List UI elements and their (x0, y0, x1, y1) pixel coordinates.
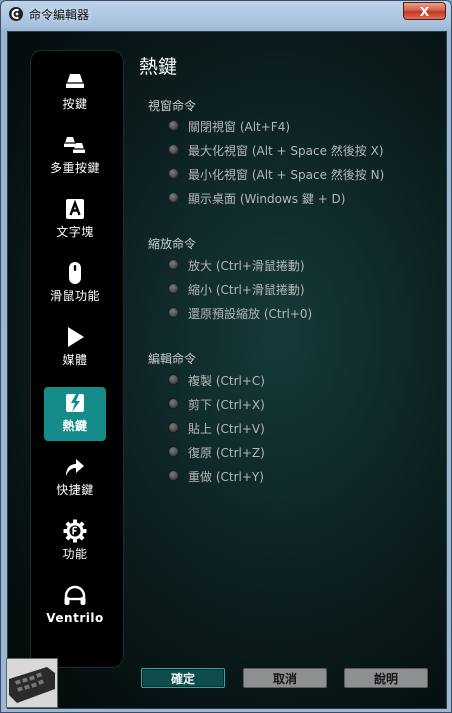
sidebar-item-label: 多重按鍵 (49, 161, 100, 175)
radio-button[interactable] (168, 398, 179, 409)
text-block-icon (66, 199, 84, 219)
radio-button[interactable] (168, 422, 179, 433)
play-icon (68, 327, 84, 347)
radio-option-label: 顯示桌面 (Windows 鍵 + D) (188, 192, 346, 206)
title-bar[interactable]: 命令編輯器 X (1, 1, 451, 25)
section-title: 熱鍵 (139, 56, 178, 78)
headset-icon (64, 585, 86, 605)
cancel-button[interactable]: 取消 (243, 668, 327, 688)
sidebar-item-hotkey[interactable]: 熱鍵 (44, 387, 106, 441)
radio-button[interactable] (168, 120, 179, 131)
radio-button[interactable] (168, 144, 179, 155)
radio-button[interactable] (168, 168, 179, 179)
window-title: 命令編輯器 (29, 8, 90, 22)
command-editor-window: 命令編輯器 X 按鍵 多重按鍵 文字塊 滑鼠功能 媒體 熱鍵 快捷鍵 功能 Ve… (0, 0, 452, 713)
sidebar-item-label: 按鍵 (62, 97, 88, 111)
sidebar-item-label: 文字塊 (56, 225, 94, 239)
radio-option-label: 放大 (Ctrl+滑鼠捲動) (188, 259, 305, 273)
sidebar-item-label: 滑鼠功能 (49, 289, 100, 303)
group-title-edit: 編輯命令 (148, 352, 197, 366)
keyboard-thumbnail (6, 658, 58, 708)
sidebar-item-ventrilo[interactable]: Ventrilo (44, 581, 106, 635)
radio-button[interactable] (168, 307, 179, 318)
help-button[interactable]: 說明 (344, 668, 428, 688)
logitech-logo-icon (9, 7, 23, 21)
sidebar-item-media[interactable]: 媒體 (44, 321, 106, 375)
radio-button[interactable] (168, 259, 179, 270)
sidebar-item-label: 熱鍵 (62, 419, 88, 433)
sidebar-item-mouse[interactable]: 滑鼠功能 (44, 257, 106, 311)
key-icon (66, 74, 84, 88)
radio-option-label: 復原 (Ctrl+Z) (188, 446, 265, 460)
radio-button[interactable] (168, 283, 179, 294)
radio-option-label: 貼上 (Ctrl+V) (188, 422, 265, 436)
shortcut-arrow-icon (66, 459, 84, 476)
sidebar-item-keystroke[interactable]: 按鍵 (44, 65, 106, 119)
hotkey-icon (66, 394, 84, 412)
sidebar-item-label: 功能 (62, 547, 88, 561)
sidebar-item-textblock[interactable]: 文字塊 (44, 193, 106, 247)
radio-option-label: 最小化視窗 (Alt + Space 然後按 N) (188, 168, 385, 182)
keyboard-image (7, 659, 57, 707)
sidebar-item-label: 媒體 (62, 353, 88, 367)
radio-option-label: 最大化視窗 (Alt + Space 然後按 X) (188, 144, 384, 158)
radio-option-label: 剪下 (Ctrl+X) (188, 398, 265, 412)
radio-button[interactable] (168, 446, 179, 457)
group-title-window: 視窗命令 (148, 99, 197, 113)
ok-button[interactable]: 確定 (141, 668, 225, 688)
sidebar-item-label: 快捷鍵 (56, 483, 94, 497)
mouse-icon (69, 262, 81, 284)
close-button[interactable]: X (403, 2, 446, 20)
group-title-zoom: 縮放命令 (148, 237, 197, 251)
multi-key-icon (64, 137, 85, 153)
function-gear-icon (63, 519, 87, 543)
radio-button[interactable] (168, 192, 179, 203)
radio-option-label: 關閉視窗 (Alt+F4) (188, 120, 291, 134)
radio-option-label: 複製 (Ctrl+C) (188, 374, 265, 388)
radio-option-label: 還原預設縮放 (Ctrl+0) (188, 307, 313, 321)
radio-button[interactable] (168, 470, 179, 481)
radio-option-label: 重做 (Ctrl+Y) (188, 470, 264, 484)
sidebar-item-function[interactable]: 功能 (44, 515, 106, 569)
radio-option-label: 縮小 (Ctrl+滑鼠捲動) (188, 283, 305, 297)
editor-panel: 按鍵 多重按鍵 文字塊 滑鼠功能 媒體 熱鍵 快捷鍵 功能 Ventrilo 熱… (7, 31, 447, 709)
radio-button[interactable] (168, 374, 179, 385)
sidebar-item-multikey[interactable]: 多重按鍵 (44, 129, 106, 183)
command-type-sidebar: 按鍵 多重按鍵 文字塊 滑鼠功能 媒體 熱鍵 快捷鍵 功能 Ventrilo (30, 50, 124, 668)
sidebar-item-shortcut[interactable]: 快捷鍵 (44, 451, 106, 505)
sidebar-item-label: Ventrilo (46, 611, 104, 625)
